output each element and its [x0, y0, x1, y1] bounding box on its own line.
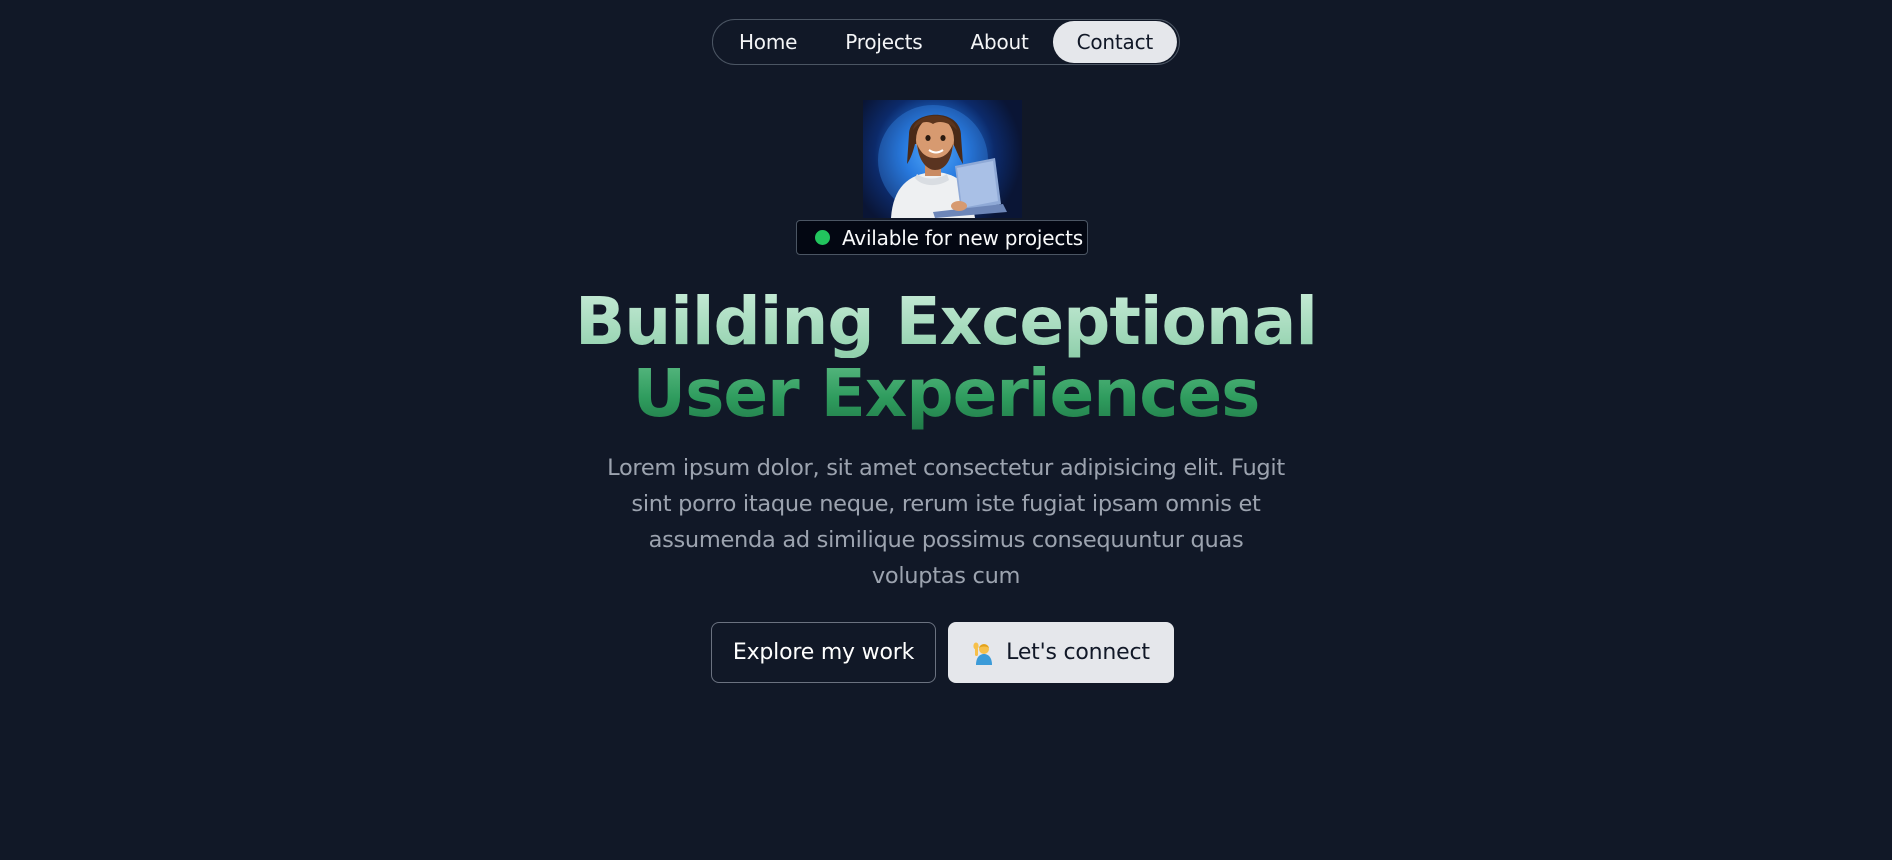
nav-item-about[interactable]: About [946, 21, 1052, 63]
lets-connect-label: Let's connect [1006, 640, 1150, 665]
nav-item-contact[interactable]: Contact [1052, 21, 1178, 63]
status-dot-icon [815, 230, 830, 245]
explore-work-button[interactable]: Explore my work [711, 622, 936, 683]
availability-text: Avilable for new projects [842, 225, 1084, 250]
availability-badge: Avilable for new projects [796, 220, 1088, 255]
hero-intro-text: Lorem ipsum dolor, sit amet consectetur … [607, 455, 1285, 589]
developer-avatar-illustration [878, 105, 1007, 218]
nav-item-projects[interactable]: Projects [821, 21, 946, 63]
lets-connect-button[interactable]: Let's connect [948, 622, 1174, 683]
headline-line-1: Building Exceptional [0, 286, 1892, 358]
headline-line-2: User Experiences [0, 358, 1892, 430]
nav-item-home[interactable]: Home [715, 21, 821, 63]
top-nav: Home Projects About Contact [711, 19, 1181, 65]
avatar [863, 100, 1022, 218]
person-raising-hand-icon [972, 641, 994, 665]
hero-headline: Building Exceptional User Experiences [0, 286, 1892, 430]
